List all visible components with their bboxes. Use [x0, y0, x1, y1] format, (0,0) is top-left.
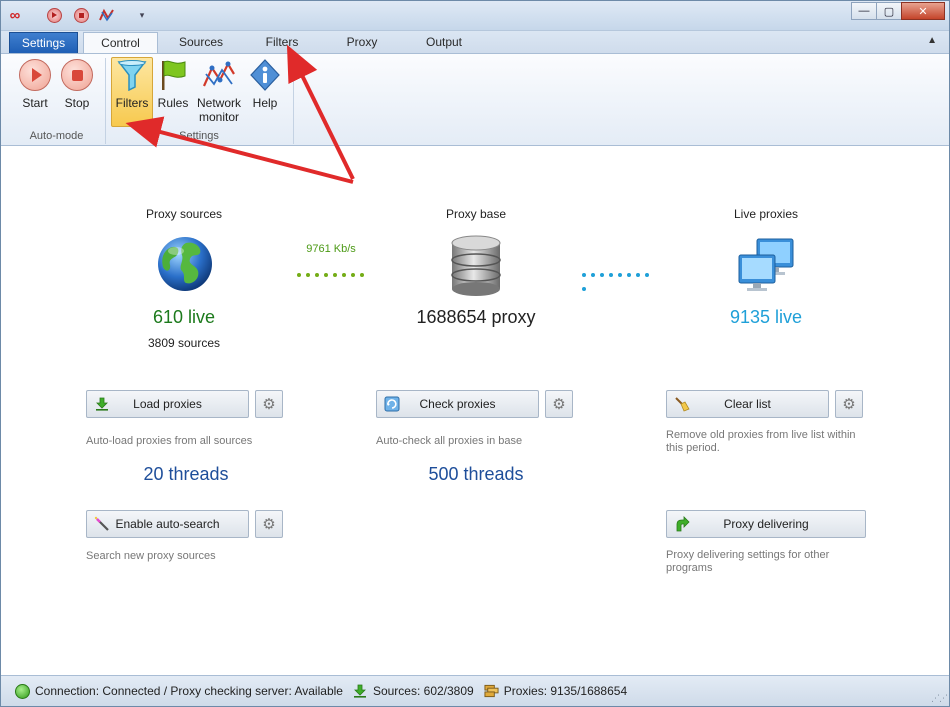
clear-list-description: Remove old proxies from live list within…	[666, 429, 856, 454]
auto-search-description: Search new proxy sources	[86, 550, 216, 562]
info-icon	[248, 58, 282, 92]
quick-access-dropdown-icon[interactable]: ▾	[134, 7, 150, 23]
title-bar: ∞ ▾ — ▢ ✕	[1, 1, 949, 31]
filters-label: Filters	[115, 96, 149, 110]
base-proxy-count: 1688654 proxy	[416, 307, 536, 327]
collapse-ribbon-icon[interactable]: ▲	[927, 35, 937, 46]
load-proxies-settings-button[interactable]: ⚙	[255, 390, 283, 418]
group-divider	[293, 58, 294, 144]
check-threads[interactable]: 500 threads	[401, 464, 551, 485]
monitors-icon	[737, 237, 797, 296]
live-proxies-title: Live proxies	[733, 207, 799, 221]
download-arrow-icon	[93, 395, 111, 413]
database-icon	[447, 235, 505, 300]
network-monitor-button[interactable]: Network monitor	[194, 58, 244, 126]
proxy-delivering-button[interactable]: Proxy delivering	[666, 510, 866, 538]
rules-button[interactable]: Rules	[155, 58, 191, 126]
close-button[interactable]: ✕	[901, 2, 945, 20]
globe-icon	[156, 235, 214, 296]
clear-list-settings-button[interactable]: ⚙	[835, 390, 863, 418]
check-proxies-description: Auto-check all proxies in base	[376, 435, 523, 447]
check-proxies-label: Check proxies	[419, 397, 496, 411]
sources-live-count: 610 live	[152, 307, 216, 327]
ribbon-tab-bar: Settings Control Sources Filters Proxy O…	[1, 31, 949, 53]
load-proxies-label: Load proxies	[133, 397, 202, 411]
sources-total: 3809 sources	[147, 336, 221, 350]
green-arrow-icon	[673, 515, 691, 533]
refresh-check-icon	[383, 395, 401, 413]
check-proxies-button[interactable]: Check proxies	[376, 390, 539, 418]
download-arrow-icon	[353, 684, 368, 699]
control-panel: Proxy sources 610 live 3809 sources 9761…	[1, 147, 949, 675]
connection-status: Connection: Connected / Proxy checking s…	[15, 683, 343, 699]
start-label: Start	[22, 96, 48, 110]
gear-icon: ⚙	[262, 396, 276, 413]
stop-label: Stop	[64, 96, 90, 110]
quick-start-icon[interactable]	[46, 7, 62, 23]
live-proxy-count: 9135 live	[729, 307, 803, 327]
connection-status-text: Connection: Connected / Proxy checking s…	[35, 684, 343, 698]
start-button[interactable]: Start	[15, 58, 55, 126]
network-monitor-label-2: monitor	[198, 110, 239, 124]
tab-filters[interactable]: Filters	[256, 32, 308, 53]
filters-button[interactable]: Filters	[111, 57, 153, 127]
clear-list-label: Clear list	[724, 397, 771, 411]
stop-icon	[61, 59, 93, 91]
tab-sources[interactable]: Sources	[171, 32, 231, 53]
ribbon-panel: Start Stop Filters Rules Network monitor	[1, 53, 949, 146]
help-button[interactable]: Help	[247, 58, 283, 126]
maximize-button[interactable]: ▢	[876, 2, 902, 20]
enable-auto-search-label: Enable auto-search	[115, 517, 220, 531]
server-stack-icon	[484, 684, 499, 699]
status-bar: Connection: Connected / Proxy checking s…	[1, 675, 949, 706]
sources-status-text: Sources: 602/3809	[372, 684, 474, 698]
gear-icon: ⚙	[262, 516, 276, 533]
rules-label: Rules	[157, 96, 189, 110]
stop-button[interactable]: Stop	[57, 58, 97, 126]
enable-auto-search-button[interactable]: Enable auto-search	[86, 510, 249, 538]
resize-grip-icon[interactable]: ⋰⋰	[931, 693, 948, 704]
gear-icon: ⚙	[842, 396, 856, 413]
sources-status: Sources: 602/3809	[353, 684, 474, 699]
tab-output[interactable]: Output	[419, 32, 469, 53]
quick-network-icon[interactable]	[99, 7, 115, 23]
network-monitor-label-1: Network	[196, 96, 241, 110]
minimize-button[interactable]: —	[851, 2, 877, 20]
clear-list-button[interactable]: Clear list	[666, 390, 829, 418]
app-logo-icon: ∞	[9, 6, 21, 24]
load-proxies-description: Auto-load proxies from all sources	[86, 435, 253, 447]
group-label-settings: Settings	[179, 130, 219, 142]
connected-led-icon	[15, 683, 30, 699]
gear-icon: ⚙	[552, 396, 566, 413]
proxy-sources-title: Proxy sources	[145, 207, 223, 221]
tab-proxy[interactable]: Proxy	[337, 32, 387, 53]
tab-control[interactable]: Control	[83, 32, 158, 53]
proxies-status: Proxies: 9135/1688654	[484, 684, 627, 699]
auto-search-settings-button[interactable]: ⚙	[255, 510, 283, 538]
proxy-base-title: Proxy base	[445, 207, 507, 221]
load-threads[interactable]: 20 threads	[111, 464, 261, 485]
magic-wand-icon	[93, 515, 111, 533]
base-to-live-link	[582, 266, 662, 291]
play-icon	[19, 59, 51, 91]
check-proxies-settings-button[interactable]: ⚙	[545, 390, 573, 418]
proxy-delivering-label: Proxy delivering	[723, 517, 809, 531]
app-window: ∞ ▾ — ▢ ✕ Settings Control Sources Filte…	[0, 0, 950, 707]
help-label: Help	[252, 96, 278, 110]
sources-to-base-link	[297, 266, 377, 277]
flag-icon	[156, 58, 190, 92]
proxy-delivering-description: Proxy delivering settings for other prog…	[666, 549, 830, 574]
load-proxies-button[interactable]: Load proxies	[86, 390, 249, 418]
group-label-automode: Auto-mode	[29, 130, 84, 142]
proxies-status-text: Proxies: 9135/1688654	[503, 684, 628, 698]
quick-stop-icon[interactable]	[73, 7, 89, 23]
tab-settings[interactable]: Settings	[9, 32, 78, 53]
funnel-icon	[115, 58, 149, 92]
network-graph-icon	[202, 58, 236, 92]
transfer-speed: 9761 Kb/s	[306, 243, 356, 255]
broom-icon	[673, 395, 691, 413]
